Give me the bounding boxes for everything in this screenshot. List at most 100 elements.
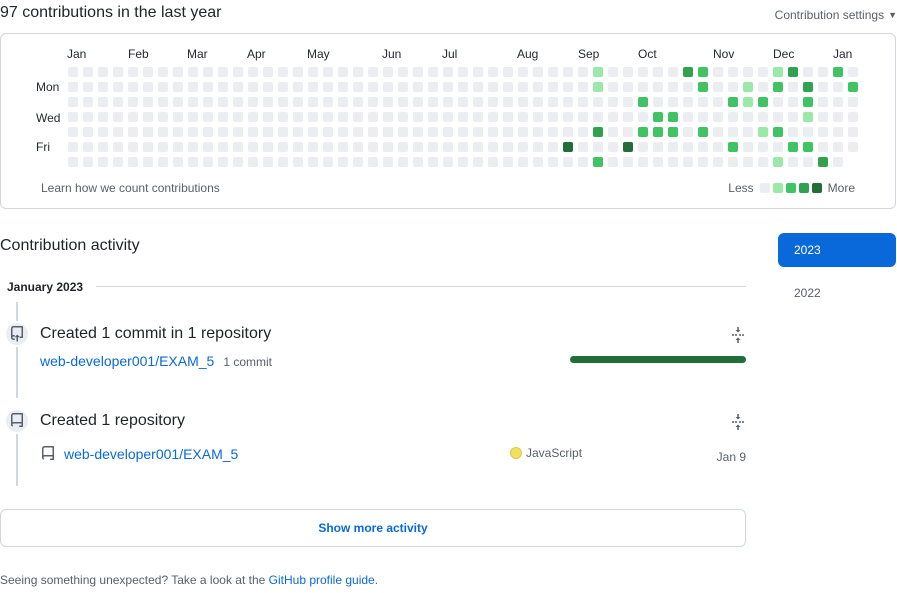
contribution-day[interactable] (323, 157, 333, 167)
contribution-day[interactable] (848, 127, 858, 137)
contribution-day[interactable] (653, 157, 663, 167)
contribution-day[interactable] (743, 157, 753, 167)
contribution-day[interactable] (818, 82, 828, 92)
contribution-day[interactable] (593, 82, 603, 92)
contribution-day[interactable] (293, 97, 303, 107)
contribution-day[interactable] (128, 127, 138, 137)
contribution-day[interactable] (368, 82, 378, 92)
contribution-day[interactable] (563, 157, 573, 167)
contribution-day[interactable] (188, 112, 198, 122)
contribution-day[interactable] (488, 112, 498, 122)
contribution-day[interactable] (113, 157, 123, 167)
contribution-day[interactable] (503, 97, 513, 107)
contribution-day[interactable] (623, 82, 633, 92)
contribution-day[interactable] (773, 67, 783, 77)
fold-icon[interactable] (730, 327, 746, 343)
contribution-day[interactable] (668, 157, 678, 167)
contribution-day[interactable] (233, 157, 243, 167)
contribution-day[interactable] (578, 67, 588, 77)
contribution-day[interactable] (278, 82, 288, 92)
contribution-day[interactable] (713, 82, 723, 92)
contribution-day[interactable] (608, 127, 618, 137)
contribution-day[interactable] (773, 97, 783, 107)
contribution-day[interactable] (323, 82, 333, 92)
contribution-day[interactable] (398, 82, 408, 92)
contribution-day[interactable] (488, 97, 498, 107)
contribution-day[interactable] (158, 67, 168, 77)
contribution-day[interactable] (68, 127, 78, 137)
contribution-day[interactable] (503, 112, 513, 122)
contribution-day[interactable] (293, 127, 303, 137)
contribution-day[interactable] (158, 82, 168, 92)
contribution-day[interactable] (653, 142, 663, 152)
contribution-day[interactable] (323, 142, 333, 152)
contribution-day[interactable] (458, 97, 468, 107)
fold-icon[interactable] (730, 414, 746, 430)
contribution-day[interactable] (143, 82, 153, 92)
contribution-day[interactable] (338, 127, 348, 137)
contribution-day[interactable] (338, 82, 348, 92)
contribution-day[interactable] (638, 67, 648, 77)
contribution-day[interactable] (83, 67, 93, 77)
contribution-day[interactable] (98, 127, 108, 137)
contribution-day[interactable] (788, 67, 798, 77)
contribution-day[interactable] (503, 67, 513, 77)
contribution-day[interactable] (278, 67, 288, 77)
contribution-day[interactable] (188, 97, 198, 107)
contribution-day[interactable] (383, 127, 393, 137)
contribution-day[interactable] (788, 142, 798, 152)
contribution-day[interactable] (248, 82, 258, 92)
contribution-day[interactable] (308, 157, 318, 167)
contribution-day[interactable] (353, 127, 363, 137)
contribution-day[interactable] (548, 67, 558, 77)
contribution-day[interactable] (623, 112, 633, 122)
contribution-day[interactable] (518, 67, 528, 77)
contribution-day[interactable] (788, 157, 798, 167)
contribution-day[interactable] (428, 112, 438, 122)
contribution-settings-button[interactable]: Contribution settings ▼ (775, 8, 897, 22)
contribution-day[interactable] (173, 157, 183, 167)
contribution-day[interactable] (233, 82, 243, 92)
contribution-day[interactable] (668, 142, 678, 152)
profile-guide-link[interactable]: GitHub profile guide (269, 573, 375, 587)
contribution-day[interactable] (203, 127, 213, 137)
contribution-day[interactable] (563, 142, 573, 152)
contribution-day[interactable] (68, 157, 78, 167)
contribution-day[interactable] (443, 127, 453, 137)
learn-contributions-link[interactable]: Learn how we count contributions (41, 181, 220, 195)
contribution-day[interactable] (203, 82, 213, 92)
contribution-day[interactable] (98, 97, 108, 107)
contribution-day[interactable] (263, 67, 273, 77)
contribution-day[interactable] (593, 157, 603, 167)
contribution-day[interactable] (548, 97, 558, 107)
contribution-day[interactable] (323, 97, 333, 107)
contribution-day[interactable] (848, 112, 858, 122)
contribution-day[interactable] (473, 67, 483, 77)
contribution-day[interactable] (293, 142, 303, 152)
contribution-day[interactable] (683, 127, 693, 137)
contribution-day[interactable] (383, 112, 393, 122)
contribution-day[interactable] (638, 157, 648, 167)
contribution-day[interactable] (788, 82, 798, 92)
contribution-day[interactable] (743, 112, 753, 122)
contribution-day[interactable] (218, 97, 228, 107)
contribution-day[interactable] (503, 142, 513, 152)
contribution-day[interactable] (443, 82, 453, 92)
contribution-day[interactable] (773, 127, 783, 137)
contribution-day[interactable] (278, 127, 288, 137)
contribution-day[interactable] (818, 157, 828, 167)
contribution-day[interactable] (758, 67, 768, 77)
contribution-day[interactable] (188, 157, 198, 167)
commit-count[interactable]: 1 commit (223, 355, 272, 369)
contribution-day[interactable] (368, 97, 378, 107)
contribution-day[interactable] (458, 82, 468, 92)
contribution-day[interactable] (248, 127, 258, 137)
contribution-day[interactable] (428, 142, 438, 152)
contribution-day[interactable] (758, 112, 768, 122)
contribution-day[interactable] (383, 97, 393, 107)
contribution-day[interactable] (518, 82, 528, 92)
contribution-day[interactable] (203, 112, 213, 122)
contribution-day[interactable] (308, 127, 318, 137)
contribution-day[interactable] (98, 82, 108, 92)
contribution-day[interactable] (353, 112, 363, 122)
